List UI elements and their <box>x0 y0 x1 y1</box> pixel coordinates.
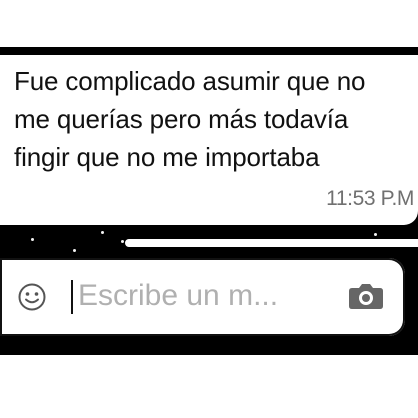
star-decoration <box>121 240 124 243</box>
camera-icon[interactable] <box>347 281 385 311</box>
star-decoration <box>73 249 76 252</box>
bottom-area <box>0 355 418 418</box>
top-area <box>0 0 418 47</box>
star-decoration <box>31 238 34 241</box>
message-text: Fue complicado asumir que no me querías … <box>14 66 366 172</box>
message-input[interactable] <box>78 274 323 318</box>
star-decoration <box>101 231 104 234</box>
star-decoration <box>374 233 377 236</box>
message-composer <box>0 258 405 336</box>
emoji-icon[interactable] <box>17 282 47 312</box>
incoming-message-bubble: Fue complicado asumir que no me querías … <box>0 55 418 225</box>
text-cursor <box>71 280 73 314</box>
chat-screen: Fue complicado asumir que no me querías … <box>0 0 418 418</box>
message-divider <box>125 239 418 247</box>
message-time: 11:53 P.M <box>326 187 414 210</box>
